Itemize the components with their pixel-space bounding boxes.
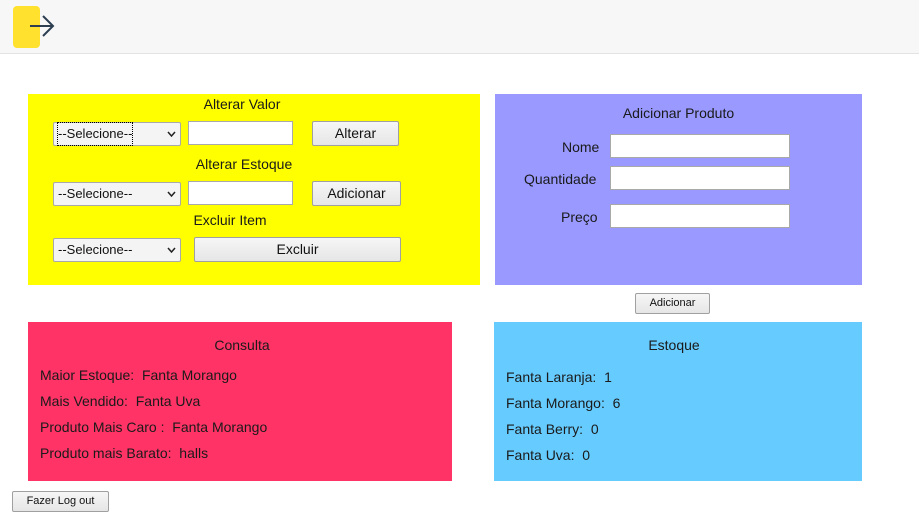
chevron-down-icon bbox=[167, 247, 176, 254]
estoque-row: Fanta Berry: 0 bbox=[506, 421, 599, 437]
excluir-item-select[interactable]: --Selecione-- bbox=[53, 238, 181, 262]
excluir-item-title: Excluir Item bbox=[193, 212, 267, 228]
nome-label: Nome bbox=[562, 139, 600, 155]
chevron-down-icon bbox=[167, 191, 176, 198]
top-bar bbox=[0, 0, 919, 54]
add-product-panel: Adicionar Produto Nome Quantidade Preço bbox=[495, 94, 862, 285]
estoque-row: Fanta Uva: 0 bbox=[506, 447, 591, 463]
alterar-valor-select[interactable]: --Selecione-- bbox=[53, 122, 181, 146]
nome-input[interactable] bbox=[610, 134, 790, 158]
alterar-estoque-input[interactable] bbox=[188, 181, 293, 205]
chevron-down-icon bbox=[167, 131, 176, 138]
alterar-valor-input[interactable] bbox=[188, 121, 293, 145]
preco-input[interactable] bbox=[610, 204, 790, 228]
estoque-row: Fanta Laranja: 1 bbox=[506, 369, 612, 385]
quantidade-label: Quantidade bbox=[524, 171, 597, 187]
estoque-row: Fanta Morango: 6 bbox=[506, 395, 621, 411]
alterar-button[interactable]: Alterar bbox=[312, 121, 399, 146]
edit-panel: Alterar Valor --Selecione-- Alterar Alte… bbox=[28, 94, 480, 285]
adicionar-produto-title: Adicionar Produto bbox=[622, 105, 735, 121]
alterar-estoque-select[interactable]: --Selecione-- bbox=[53, 182, 181, 206]
excluir-button[interactable]: Excluir bbox=[194, 237, 401, 262]
estoque-title: Estoque bbox=[648, 337, 700, 353]
consulta-row: Mais Vendido: Fanta Uva bbox=[40, 393, 201, 409]
consulta-title: Consulta bbox=[214, 337, 270, 353]
consulta-panel: Consulta Maior Estoque: Fanta Morango Ma… bbox=[28, 322, 452, 481]
preco-label: Preço bbox=[561, 209, 598, 225]
logout-button[interactable]: Fazer Log out bbox=[12, 491, 109, 512]
arrow-right-icon[interactable] bbox=[28, 13, 56, 39]
quantidade-input[interactable] bbox=[610, 166, 790, 190]
consulta-row: Produto mais Barato: halls bbox=[40, 445, 209, 461]
consulta-row: Produto Mais Caro : Fanta Morango bbox=[40, 419, 268, 435]
estoque-panel: Estoque Fanta Laranja: 1 Fanta Morango: … bbox=[494, 322, 862, 481]
consulta-row: Maior Estoque: Fanta Morango bbox=[40, 367, 237, 383]
adicionar-produto-button[interactable]: Adicionar bbox=[635, 293, 710, 314]
alterar-estoque-title: Alterar Estoque bbox=[195, 156, 293, 172]
adicionar-estoque-button[interactable]: Adicionar bbox=[312, 181, 401, 206]
alterar-valor-title: Alterar Valor bbox=[203, 96, 281, 112]
